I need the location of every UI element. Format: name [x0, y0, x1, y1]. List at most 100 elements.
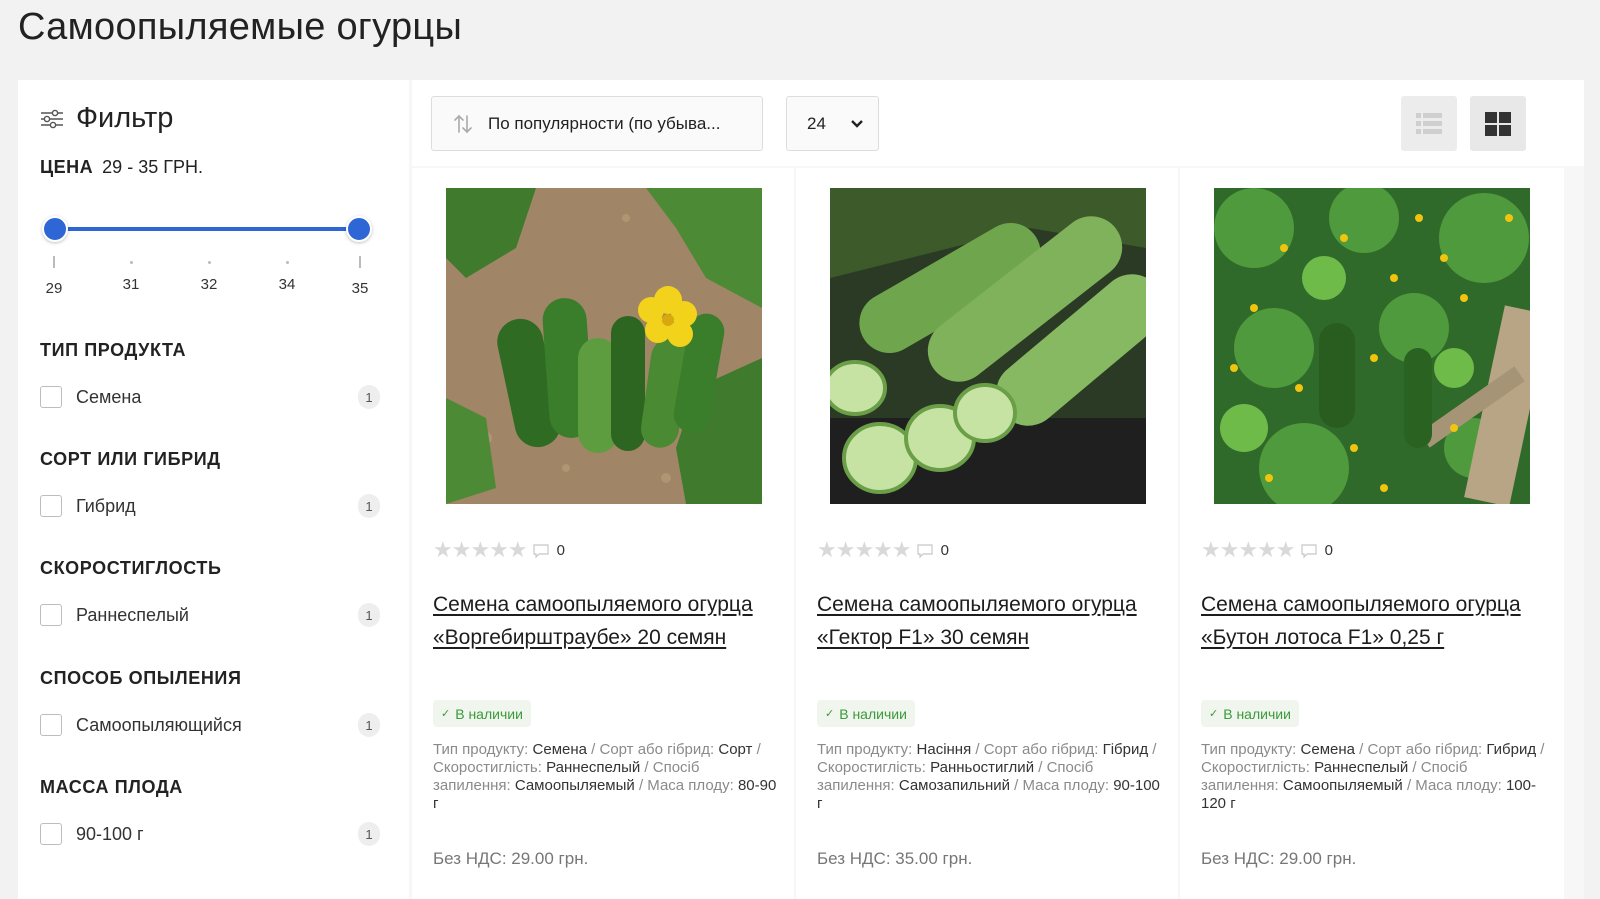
product-rating: ★★★★★ 0 — [817, 538, 949, 563]
review-count: 0 — [940, 542, 949, 559]
tick-mark — [285, 261, 289, 264]
facet-count-badge: 1 — [358, 822, 380, 846]
tick-label: 34 — [278, 276, 296, 293]
sort-select[interactable]: По популярности (по убыва... — [431, 96, 763, 151]
filter-header: Фильтр — [40, 102, 173, 135]
facet-title: СОРТ ИЛИ ГИБРИД — [40, 449, 221, 469]
checkbox[interactable] — [40, 823, 62, 845]
sort-select-value: По популярности (по убыва... — [488, 113, 721, 133]
facet-option[interactable]: Самоопыляющийся 1 — [40, 713, 380, 737]
product-rating: ★★★★★ 0 — [1201, 538, 1333, 563]
price-filter-label: ЦЕНА 29 - 35 ГРН. — [40, 157, 203, 178]
chevron-down-icon — [851, 119, 863, 128]
star-rating-icon[interactable]: ★★★★★ — [433, 538, 528, 563]
facet-title: СПОСОБ ОПЫЛЕНИЯ — [40, 668, 242, 688]
tick-label: 35 — [351, 280, 369, 297]
facet-count-badge: 1 — [358, 713, 380, 737]
product-image[interactable] — [830, 188, 1146, 504]
facet-count-badge: 1 — [358, 494, 380, 518]
facet-fruit-weight: МАССА ПЛОДА 90-100 г 1 — [40, 777, 380, 846]
check-icon: ✓ — [1209, 707, 1219, 720]
facet-option[interactable]: Семена 1 — [40, 385, 380, 409]
price-slider-max-handle[interactable] — [346, 216, 372, 242]
checkbox[interactable] — [40, 386, 62, 408]
checkbox[interactable] — [40, 495, 62, 517]
product-image[interactable] — [446, 188, 762, 504]
product-card: ★★★★★ 0 Семена самоопыляемого огурца «Во… — [412, 168, 794, 899]
check-icon: ✓ — [441, 707, 451, 720]
tick-mark — [207, 261, 211, 264]
price-range-text: 29 - 35 ГРН. — [102, 157, 203, 177]
facet-pollination: СПОСОБ ОПЫЛЕНИЯ Самоопыляющийся 1 — [40, 668, 380, 737]
facet-title: СКОРОСТИГЛОСТЬ — [40, 558, 222, 578]
catalog-content: Фильтр ЦЕНА 29 - 35 ГРН. 29 31 32 34 35 … — [18, 80, 1584, 899]
product-image[interactable] — [1214, 188, 1530, 504]
facet-option-label: Гибрид — [76, 495, 136, 516]
facet-count-badge: 1 — [358, 385, 380, 409]
product-name-link[interactable]: Семена самоопыляемого огурца «Воргебиршт… — [433, 588, 781, 654]
product-specs: Тип продукту: Насіння / Сорт або гібрид:… — [817, 741, 1160, 812]
filter-title: Фильтр — [76, 102, 174, 134]
price-slider-track — [54, 227, 360, 231]
product-name-link[interactable]: Семена самоопыляемого огурца «Гектор F1»… — [817, 588, 1165, 654]
product-specs: Тип продукту: Семена / Сорт або гібрид: … — [433, 741, 777, 812]
facet-title: ТИП ПРОДУКТА — [40, 340, 187, 360]
price-tick: 32 — [189, 256, 229, 293]
price-without-vat: Без НДС: 29.00 грн. — [433, 849, 589, 868]
grid-view-icon — [1485, 111, 1511, 136]
price-without-vat: Без НДС: 29.00 грн. — [1201, 849, 1357, 868]
product-card: ★★★★★ 0 Семена самоопыляемого огурца «Ге… — [796, 168, 1178, 899]
facet-option-label: Раннеспелый — [76, 604, 189, 625]
tick-label: 29 — [45, 280, 63, 297]
star-rating-icon[interactable]: ★★★★★ — [1201, 538, 1296, 563]
product-card: ★★★★★ 0 Семена самоопыляемого огурца «Бу… — [1180, 168, 1564, 899]
grid-view-button[interactable] — [1470, 96, 1526, 151]
star-rating-icon[interactable]: ★★★★★ — [817, 538, 912, 563]
facet-option[interactable]: Раннеспелый 1 — [40, 603, 380, 627]
product-grid: ★★★★★ 0 Семена самоопыляемого огурца «Во… — [412, 168, 1584, 899]
sliders-icon — [41, 109, 63, 128]
checkbox[interactable] — [40, 714, 62, 736]
in-stock-badge: ✓ В наличии — [433, 700, 531, 727]
price-without-vat: Без НДС: 35.00 грн. — [817, 849, 973, 868]
checkbox[interactable] — [40, 604, 62, 626]
price-tick: 29 — [34, 256, 74, 297]
stock-status: В наличии — [1223, 705, 1291, 722]
per-page-value: 24 — [807, 113, 826, 133]
facet-option[interactable]: Гибрид 1 — [40, 494, 380, 518]
price-slider-min-handle[interactable] — [42, 216, 68, 242]
tick-mark — [129, 261, 133, 264]
facet-option-label: 90-100 г — [76, 823, 144, 844]
price-slider-ticks: 29 31 32 34 35 — [42, 256, 372, 297]
check-icon: ✓ — [825, 707, 835, 720]
stock-status: В наличии — [839, 705, 907, 722]
in-stock-badge: ✓ В наличии — [1201, 700, 1299, 727]
price-tick: 34 — [267, 256, 307, 293]
tick-mark — [53, 256, 55, 268]
tick-mark — [359, 256, 361, 268]
product-specs: Тип продукту: Семена / Сорт або гібрид: … — [1201, 741, 1545, 812]
list-view-button[interactable] — [1401, 96, 1457, 151]
price-slider[interactable] — [42, 214, 372, 244]
stock-status: В наличии — [455, 705, 523, 722]
comment-icon — [533, 543, 549, 558]
sort-icon — [454, 114, 472, 133]
price-tick: 35 — [340, 256, 380, 297]
facet-option-label: Самоопыляющийся — [76, 714, 242, 735]
facet-option-label: Семена — [76, 386, 142, 407]
facet-option[interactable]: 90-100 г 1 — [40, 822, 380, 846]
product-name-link[interactable]: Семена самоопыляемого огурца «Бутон лото… — [1201, 588, 1549, 654]
product-rating: ★★★★★ 0 — [433, 538, 565, 563]
facet-ripening: СКОРОСТИГЛОСТЬ Раннеспелый 1 — [40, 558, 380, 627]
comment-icon — [917, 543, 933, 558]
facet-title: МАССА ПЛОДА — [40, 777, 183, 797]
price-tick: 31 — [111, 256, 151, 293]
facet-variety-or-hybrid: СОРТ ИЛИ ГИБРИД Гибрид 1 — [40, 449, 380, 518]
list-view-icon — [1416, 112, 1442, 134]
filter-sidebar: Фильтр ЦЕНА 29 - 35 ГРН. 29 31 32 34 35 … — [18, 80, 409, 899]
price-label: ЦЕНА — [40, 157, 94, 177]
per-page-select[interactable]: 24 — [786, 96, 879, 151]
catalog-toolbar: По популярности (по убыва... 24 — [412, 80, 1584, 166]
facet-product-type: ТИП ПРОДУКТА Семена 1 — [40, 340, 380, 409]
tick-label: 31 — [122, 276, 140, 293]
